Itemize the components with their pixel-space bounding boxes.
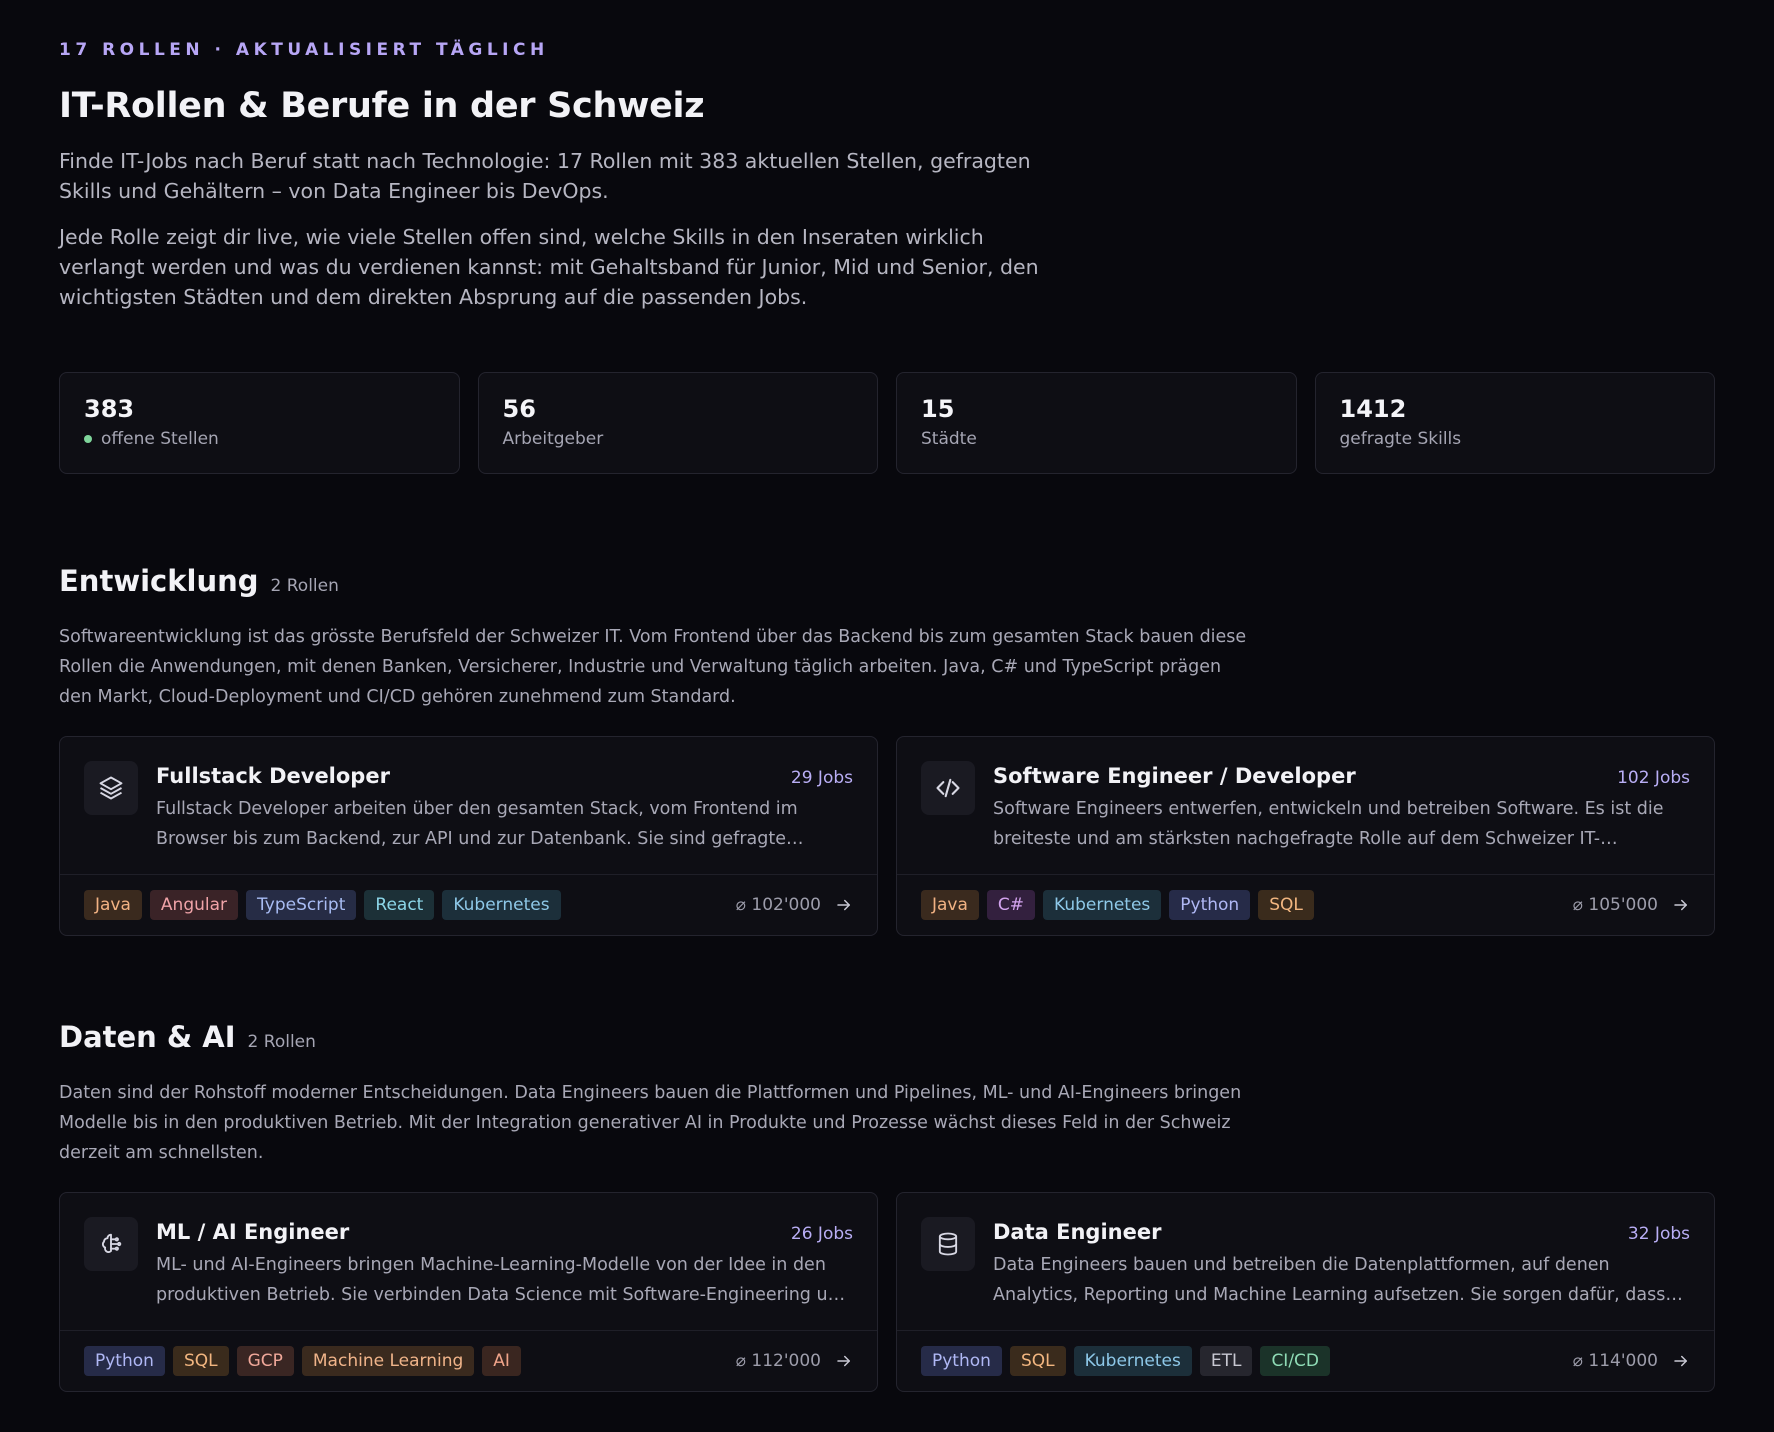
lead-text-secondary: Jede Rolle zeigt dir live, wie viele Ste… xyxy=(59,225,1039,309)
stat-cities: 15 Städte xyxy=(896,372,1297,474)
skill-tag: ETL xyxy=(1199,1346,1253,1376)
skill-tag: React xyxy=(364,890,435,920)
skill-tag: AI xyxy=(482,1346,521,1376)
skill-tag: Python xyxy=(1169,890,1251,920)
skill-tags: Java Angular TypeScript React Kubernetes xyxy=(84,890,561,920)
arrow-right-icon[interactable] xyxy=(1672,1352,1690,1370)
job-count: 29 Jobs xyxy=(790,768,853,788)
role-cards: Fullstack Developer 29 Jobs Fullstack De… xyxy=(59,736,1715,936)
stats-row: 383 offene Stellen 56 Arbeitgeber 15 Stä… xyxy=(59,372,1715,474)
average-salary: ⌀ 112'000 xyxy=(735,1351,821,1371)
skill-tag: Machine Learning xyxy=(301,1346,475,1376)
role-title[interactable]: Software Engineer / Developer xyxy=(993,764,1356,788)
section-daten-ai: Daten & AI 2 Rollen Daten sind der Rohst… xyxy=(59,1020,1715,1392)
stat-value: 1412 xyxy=(1339,395,1407,423)
lead-text: Finde IT-Jobs nach Beruf statt nach Tech… xyxy=(59,149,1031,203)
database-icon xyxy=(921,1217,975,1271)
page-title: IT-Rollen & Berufe in der Schweiz xyxy=(59,86,705,126)
skill-tag: Python xyxy=(921,1346,1002,1376)
skill-tags: Python SQL GCP Machine Learning AI xyxy=(84,1346,521,1376)
stat-skills: 1412 gefragte Skills xyxy=(1314,372,1715,474)
skill-tag: Kubernetes xyxy=(1043,890,1162,920)
skill-tags: Python SQL Kubernetes ETL CI/CD xyxy=(921,1346,1331,1376)
section-entwicklung: Entwicklung 2 Rollen Softwareentwicklung… xyxy=(59,564,1715,936)
role-description: Data Engineers bauen und betreiben die D… xyxy=(993,1255,1666,1305)
role-card-fullstack-developer[interactable]: Fullstack Developer 29 Jobs Fullstack De… xyxy=(59,736,878,936)
eyebrow: 17 ROLLEN · AKTUALISIERT TÄGLICH xyxy=(59,40,549,60)
skill-tag: SQL xyxy=(1009,1346,1066,1376)
skill-tag: SQL xyxy=(1258,890,1314,920)
stat-value: 56 xyxy=(502,395,536,423)
role-title[interactable]: ML / AI Engineer xyxy=(156,1220,349,1244)
section-description: Softwareentwicklung ist das grösste Beru… xyxy=(59,627,1247,707)
page: 17 ROLLEN · AKTUALISIERT TÄGLICH IT-Roll… xyxy=(0,0,1774,1392)
job-count: 102 Jobs xyxy=(1617,768,1690,788)
skill-tags: Java C# Kubernetes Python SQL xyxy=(921,890,1314,920)
skill-tag: Java xyxy=(921,890,979,920)
role-card-software-engineer[interactable]: Software Engineer / Developer 102 Jobs S… xyxy=(896,736,1715,936)
skill-tag: Java xyxy=(84,890,142,920)
job-count: 32 Jobs xyxy=(1627,1224,1690,1244)
stat-value: 383 xyxy=(84,395,135,423)
average-salary: ⌀ 102'000 xyxy=(735,895,821,915)
average-salary: ⌀ 105'000 xyxy=(1572,895,1658,915)
stat-open-positions: 383 offene Stellen xyxy=(59,372,460,474)
skill-tag: SQL xyxy=(172,1346,229,1376)
role-card-data-engineer[interactable]: Data Engineer 32 Jobs Data Engineers bau… xyxy=(896,1192,1715,1392)
section-title: Daten & AI xyxy=(59,1020,236,1054)
stat-label: gefragte Skills xyxy=(1339,429,1462,449)
brain-icon xyxy=(84,1217,138,1271)
section-count: 2 Rollen xyxy=(270,576,339,596)
role-description: ML- und AI-Engineers bringen Machine-Lea… xyxy=(156,1255,850,1305)
role-title[interactable]: Data Engineer xyxy=(993,1220,1161,1244)
section-count: 2 Rollen xyxy=(247,1032,316,1052)
section-description: Daten sind der Rohstoff moderner Entsche… xyxy=(59,1083,1242,1163)
skill-tag: GCP xyxy=(236,1346,294,1376)
code-icon xyxy=(921,761,975,815)
skill-tag: Kubernetes xyxy=(1073,1346,1192,1376)
skill-tag: Python xyxy=(84,1346,165,1376)
role-title[interactable]: Fullstack Developer xyxy=(156,764,390,788)
stat-employers: 56 Arbeitgeber xyxy=(477,372,878,474)
role-card-ml-ai-engineer[interactable]: ML / AI Engineer 26 Jobs ML- und AI-Engi… xyxy=(59,1192,878,1392)
stat-label: Städte xyxy=(921,429,977,449)
arrow-right-icon[interactable] xyxy=(1672,896,1690,914)
arrow-right-icon[interactable] xyxy=(835,1352,853,1370)
role-cards: ML / AI Engineer 26 Jobs ML- und AI-Engi… xyxy=(59,1192,1715,1392)
arrow-right-icon[interactable] xyxy=(835,896,853,914)
skill-tag: TypeScript xyxy=(246,890,357,920)
stat-label: Arbeitgeber xyxy=(502,429,604,449)
live-dot-icon xyxy=(84,435,92,443)
job-count: 26 Jobs xyxy=(790,1224,853,1244)
role-description: Software Engineers entwerfen, entwickeln… xyxy=(993,799,1664,849)
stat-value: 15 xyxy=(921,395,955,423)
layers-icon xyxy=(84,761,138,815)
role-description: Fullstack Developer arbeiten über den ge… xyxy=(156,799,798,849)
skill-tag: CI/CD xyxy=(1260,1346,1331,1376)
skill-tag: Angular xyxy=(149,890,239,920)
skill-tag: C# xyxy=(986,890,1036,920)
skill-tag: Kubernetes xyxy=(442,890,561,920)
stat-label: offene Stellen xyxy=(101,429,219,449)
section-title: Entwicklung xyxy=(59,564,259,598)
average-salary: ⌀ 114'000 xyxy=(1572,1351,1658,1371)
